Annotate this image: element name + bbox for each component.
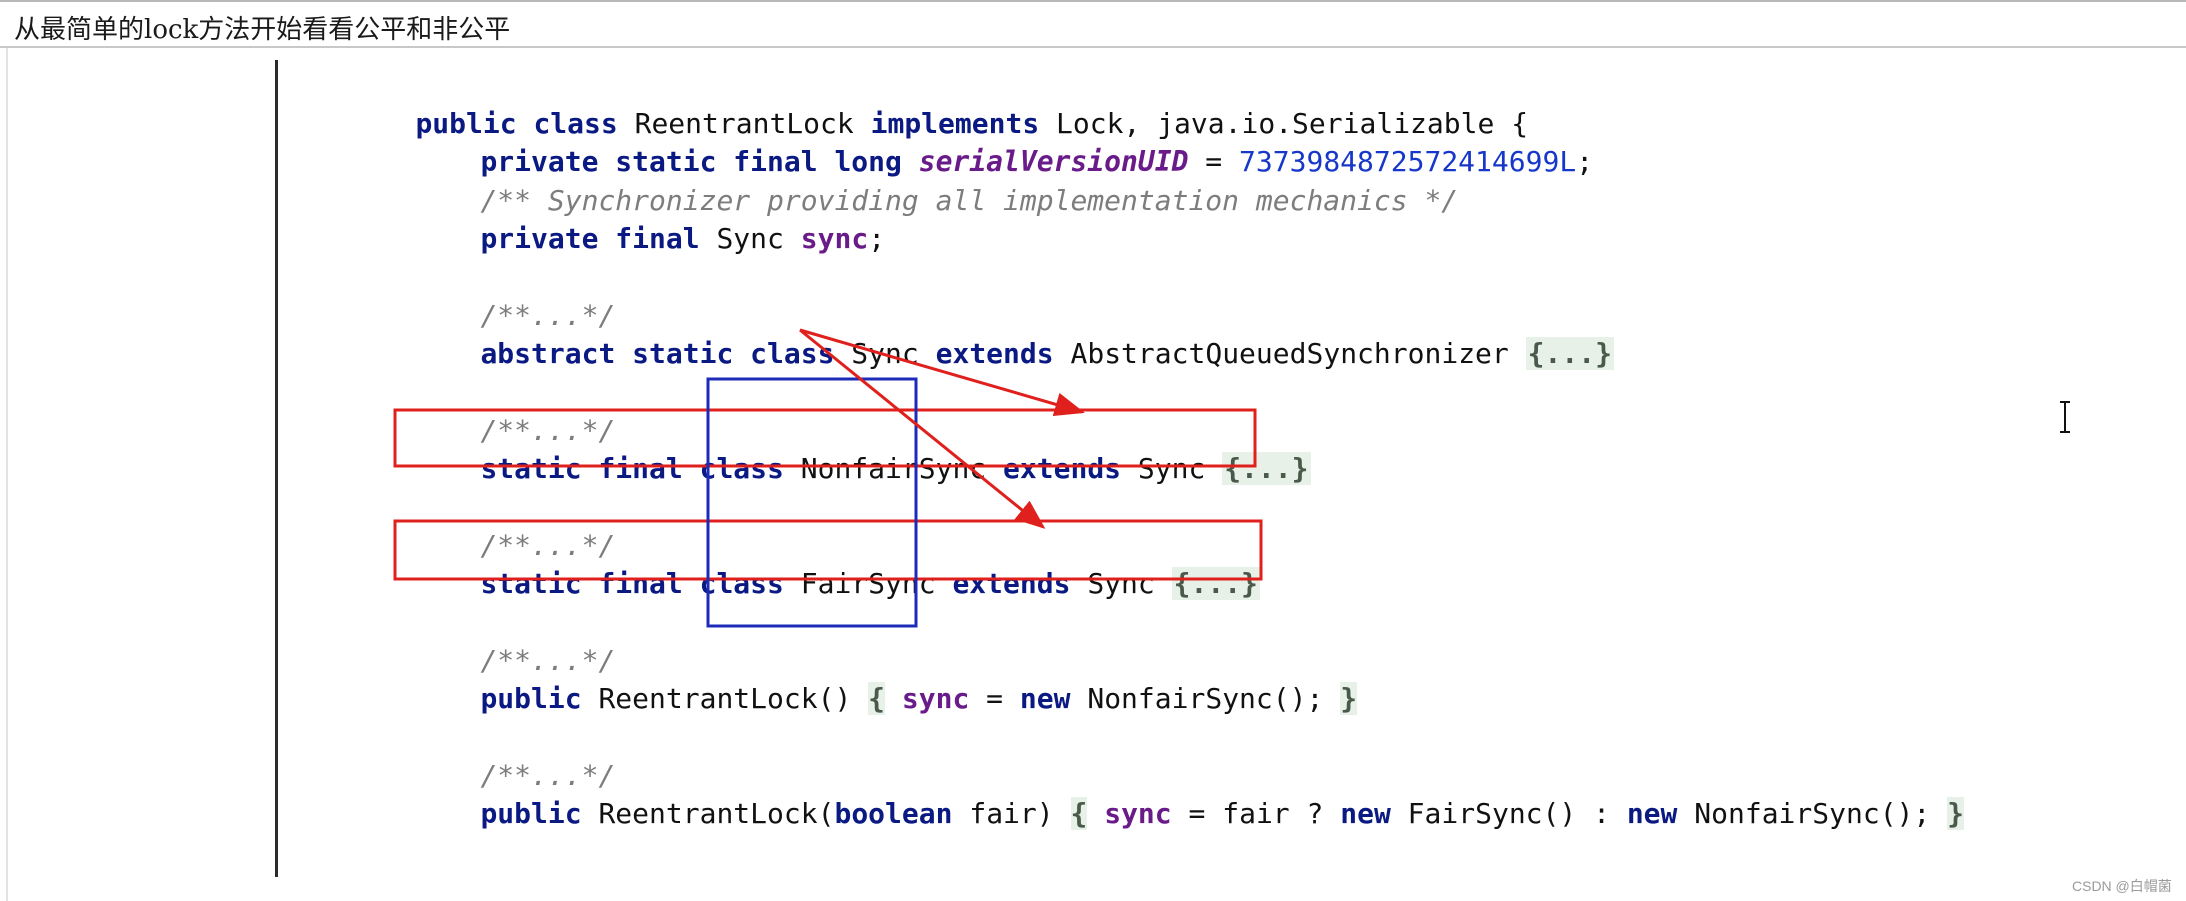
keyword: new (1019, 682, 1071, 715)
watermark: CSDN @白帽菌 (2072, 878, 2172, 894)
code-line-folded-comment[interactable]: /**...*/ (413, 489, 615, 562)
identifier: NonfairSync(); (1070, 682, 1341, 715)
identifier: ReentrantLock() (581, 682, 869, 715)
brace: { (868, 682, 886, 715)
keyword: private final (480, 222, 700, 255)
code-line-default-constructor[interactable]: public ReentrantLock() { sync = new Nonf… (413, 642, 1358, 715)
keyword: static final class (480, 567, 784, 600)
keyword: abstract static class (480, 337, 835, 370)
identifier: Sync (834, 337, 936, 370)
editor-gutter-line (275, 60, 278, 877)
identifier: NonfairSync(); (1677, 797, 1948, 830)
i-beam-cursor-icon (2060, 401, 2070, 433)
punctuation: ; (1576, 145, 1594, 178)
code-line-fair-constructor[interactable]: public ReentrantLock(boolean fair) { syn… (413, 757, 1964, 830)
identifier: fair) (952, 797, 1071, 830)
identifier: ReentrantLock( (581, 797, 835, 830)
keyword: public (480, 797, 582, 830)
identifier: NonfairSync (783, 452, 1004, 485)
code-line-folded-comment[interactable]: /**...*/ (413, 719, 615, 792)
field-name: sync (800, 222, 869, 255)
keyword: public (480, 682, 582, 715)
code-line-sync-field[interactable]: private final Sync sync; (413, 182, 885, 255)
code-line-class-declaration[interactable]: public class ReentrantLock implements Lo… (348, 67, 1528, 140)
code-line-folded-comment[interactable]: /**...*/ (413, 259, 615, 332)
brace: } (1947, 797, 1964, 830)
keyword: boolean (834, 797, 953, 830)
window-title: 从最简单的lock方法开始看看公平和非公平 (14, 15, 511, 45)
field-name: sync (1104, 797, 1172, 830)
code-line-sync-class[interactable]: abstract static class Sync extends Abstr… (413, 297, 1614, 370)
keyword: extends (1003, 452, 1122, 485)
folded-block[interactable]: {...} (1222, 452, 1311, 485)
identifier: Sync (1121, 452, 1223, 485)
keyword: extends (935, 337, 1054, 370)
left-border (6, 48, 8, 901)
folded-block[interactable]: {...} (1525, 337, 1614, 370)
brace: { (1070, 797, 1088, 830)
field-name: sync (901, 682, 970, 715)
identifier: AbstractQueuedSynchronizer (1053, 337, 1526, 370)
code-line-javadoc-comment[interactable]: /** Synchronizer providing all implement… (413, 144, 1458, 217)
operator: = (969, 682, 1020, 715)
keyword: new (1340, 797, 1391, 830)
brace: } (1340, 682, 1358, 715)
punctuation: ; (868, 222, 886, 255)
code-line-nonfairsync-class[interactable]: static final class NonfairSync extends S… (413, 412, 1311, 485)
code-line-fairsync-class[interactable]: static final class FairSync extends Sync… (413, 527, 1260, 600)
code-line-folded-comment[interactable]: /**...*/ (413, 604, 615, 677)
identifier: Sync (1070, 567, 1172, 600)
code-line-folded-comment[interactable]: /**...*/ (413, 374, 615, 447)
folded-block[interactable]: {...} (1171, 567, 1260, 600)
title-bar: 从最简单的lock方法开始看看公平和非公平 (0, 2, 2186, 48)
identifier: = fair ? (1171, 797, 1341, 830)
keyword: static final class (480, 452, 784, 485)
identifier: Sync (699, 222, 801, 255)
identifier: FairSync() : (1390, 797, 1627, 830)
keyword: extends (952, 567, 1071, 600)
identifier: FairSync (783, 567, 953, 600)
keyword: new (1626, 797, 1678, 830)
code-line-serial-version[interactable]: private static final long serialVersionU… (413, 105, 1593, 178)
